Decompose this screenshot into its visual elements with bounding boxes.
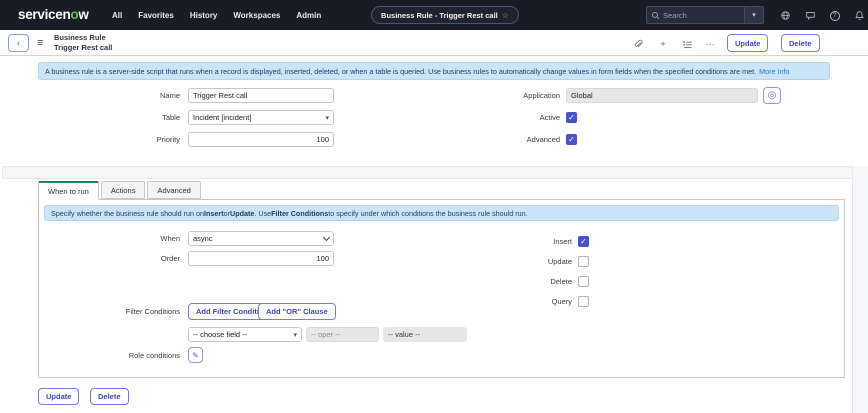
advanced-checkbox[interactable]: [566, 134, 577, 145]
tab-advanced[interactable]: Advanced: [147, 181, 200, 199]
pencil-icon: ✎: [192, 351, 199, 360]
table-caret-icon: ▾: [325, 114, 329, 122]
when-to-run-info-banner: Specify whether the business rule should…: [44, 205, 839, 221]
record-title: Business Rule Trigger Rest call: [54, 33, 112, 53]
query-checkbox[interactable]: [578, 296, 589, 307]
record-name: Trigger Rest call: [54, 43, 112, 53]
priority-input[interactable]: [188, 132, 334, 147]
attachment-icon[interactable]: [631, 38, 645, 50]
servicenow-page: servicenow All Favorites History Workspa…: [0, 0, 868, 413]
condition-field-value: -- choose field --: [193, 330, 290, 339]
update-button-footer[interactable]: Update: [38, 388, 79, 405]
help-icon[interactable]: ?: [828, 9, 841, 22]
section-separator: [2, 166, 866, 179]
global-search: ▾: [646, 6, 764, 24]
condition-operator-field: -- oper --: [306, 327, 379, 342]
nav-menu: All Favorites History Workspaces Admin: [112, 0, 321, 30]
application-label: Application: [440, 88, 560, 103]
table-value: Incident [incident]: [193, 113, 322, 122]
notifications-bell-icon[interactable]: [853, 9, 866, 22]
help-glyph: ?: [830, 11, 840, 21]
nav-item-workspaces[interactable]: Workspaces: [233, 11, 280, 20]
form-tabs: When to run Actions Advanced: [38, 181, 203, 200]
context-menu-icon[interactable]: ≡: [37, 34, 43, 52]
update-label: Update: [460, 254, 572, 269]
add-or-clause-button[interactable]: Add "OR" Clause: [258, 303, 336, 320]
top-navbar: servicenow All Favorites History Workspa…: [0, 0, 868, 30]
table-select[interactable]: Incident [incident] ▾: [188, 110, 334, 125]
application-field: Global: [566, 88, 758, 103]
logo-text: servicen: [18, 7, 70, 22]
condition-value-field: -- value --: [383, 327, 467, 342]
advanced-label: Advanced: [440, 132, 560, 147]
activity-stream-icon[interactable]: [680, 38, 694, 50]
when-value: async: [193, 234, 324, 243]
update-button-header[interactable]: Update: [727, 34, 768, 52]
search-icon: [647, 11, 663, 20]
more-options-icon[interactable]: ···: [703, 38, 717, 50]
back-button[interactable]: ‹: [8, 34, 29, 52]
condition-field-select[interactable]: -- choose field -- ▾: [188, 327, 302, 342]
logo-text-end: w: [78, 7, 88, 22]
priority-label: Priority: [60, 132, 180, 147]
role-conditions-edit-button[interactable]: ✎: [188, 347, 203, 363]
application-value: Global: [571, 91, 753, 100]
delete-label: Delete: [460, 274, 572, 289]
order-input[interactable]: [188, 251, 334, 266]
banner-seg: Specify whether the business rule should…: [51, 209, 204, 218]
nav-item-all[interactable]: All: [112, 11, 122, 20]
tab-actions[interactable]: Actions: [101, 181, 146, 199]
filter-conditions-label: Filter Conditions: [60, 304, 180, 319]
current-record-pill[interactable]: Business Rule - Trigger Rest call ☆: [371, 6, 519, 24]
nav-item-admin[interactable]: Admin: [296, 11, 321, 20]
delete-button-footer[interactable]: Delete: [90, 388, 129, 405]
update-checkbox[interactable]: [578, 256, 589, 267]
back-icon: ‹: [17, 38, 20, 48]
application-scope-button[interactable]: ◎: [763, 87, 781, 104]
record-type: Business Rule: [54, 33, 112, 43]
search-scope-caret[interactable]: ▾: [744, 7, 763, 23]
more-info-link[interactable]: More Info: [759, 67, 789, 76]
order-label: Order: [60, 251, 180, 266]
form-header-bar: ‹ ≡ Business Rule Trigger Rest call + ··…: [0, 30, 868, 56]
scope-icon: ◎: [768, 90, 777, 101]
banner-bold-filter-conditions: Filter Conditions: [271, 209, 328, 218]
when-chevron-down-icon: [323, 233, 330, 240]
delete-checkbox[interactable]: [578, 276, 589, 287]
when-select[interactable]: async: [188, 231, 334, 246]
active-label: Active: [440, 110, 560, 125]
globe-icon[interactable]: [779, 9, 792, 22]
pill-label: Business Rule - Trigger Rest call: [381, 11, 498, 20]
nav-item-history[interactable]: History: [190, 11, 218, 20]
chat-icon[interactable]: [804, 9, 817, 22]
active-checkbox[interactable]: [566, 112, 577, 123]
delete-button-header[interactable]: Delete: [781, 34, 820, 52]
banner-bold-update: Update: [230, 209, 254, 218]
banner-seg: . Use: [254, 209, 271, 218]
query-label: Query: [460, 294, 572, 309]
add-icon[interactable]: +: [656, 38, 670, 50]
name-input[interactable]: [188, 88, 334, 103]
condition-operator-value: -- oper --: [311, 330, 374, 339]
insert-label: Insert: [460, 234, 572, 249]
nav-item-favorites[interactable]: Favorites: [138, 11, 174, 20]
role-conditions-label: Role conditions: [60, 348, 180, 363]
info-banner-text: A business rule is a server-side script …: [45, 67, 756, 76]
business-rule-info-banner: A business rule is a server-side script …: [38, 62, 830, 80]
condition-value-text: -- value --: [388, 330, 462, 339]
condition-field-caret-icon: ▾: [293, 331, 297, 339]
search-input[interactable]: [663, 11, 744, 20]
favorite-star-icon[interactable]: ☆: [502, 11, 509, 20]
name-label: Name: [60, 88, 180, 103]
tab-when-to-run[interactable]: When to run: [38, 181, 99, 200]
banner-bold-insert: Insert: [204, 209, 224, 218]
table-label: Table: [60, 110, 180, 125]
when-label: When: [60, 231, 180, 246]
insert-checkbox[interactable]: [578, 236, 589, 247]
banner-seg: to specify under which conditions the bu…: [328, 209, 527, 218]
scrollbar-track[interactable]: [852, 166, 868, 413]
servicenow-logo[interactable]: servicenow: [18, 7, 89, 22]
